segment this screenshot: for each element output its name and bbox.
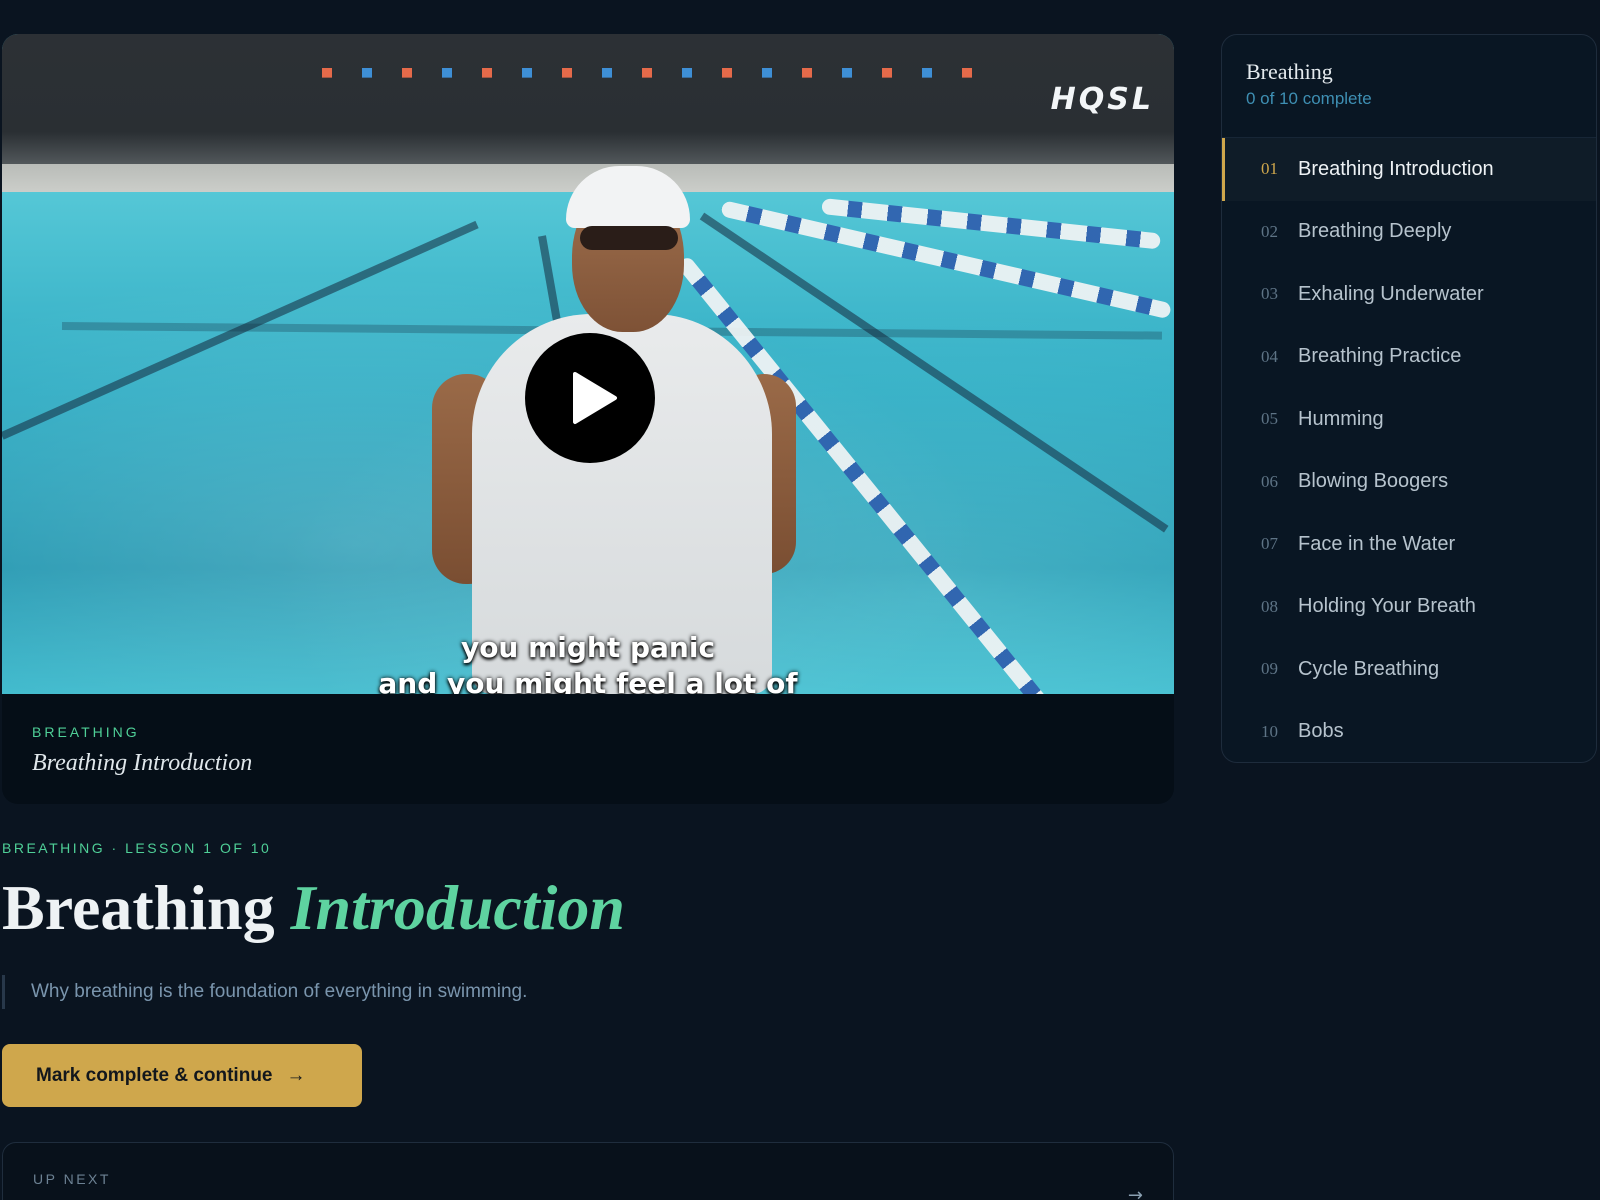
lesson-title: Blowing Boogers <box>1298 470 1449 493</box>
lesson-number: 09 <box>1261 659 1278 679</box>
video-meta: BREATHING Breathing Introduction <box>2 694 1174 777</box>
lesson-title: Holding Your Breath <box>1298 595 1476 618</box>
arrow-right-icon: → <box>1127 1185 1143 1200</box>
lesson-number: 06 <box>1261 471 1278 491</box>
module-progress: 0 of 10 complete <box>1246 89 1372 108</box>
lesson-sidebar: Breathing 0 of 10 complete 01 Breathing … <box>1221 34 1597 763</box>
lesson-item[interactable]: 09 Cycle Breathing <box>1222 638 1596 701</box>
lesson-title: Exhaling Underwater <box>1298 282 1484 305</box>
lesson-item[interactable]: 01 Breathing Introduction <box>1222 138 1596 201</box>
page-title-plain: Breathing <box>2 872 291 943</box>
mark-complete-button[interactable]: Mark complete & continue → <box>2 1044 362 1107</box>
lesson-number: 01 <box>1261 159 1278 179</box>
module-name: Breathing <box>1246 59 1333 84</box>
lesson-description: Why breathing is the foundation of every… <box>2 975 527 1009</box>
lesson-title: Breathing Practice <box>1298 345 1462 368</box>
lesson-number: 02 <box>1261 221 1278 241</box>
lesson-title: Breathing Deeply <box>1298 220 1452 243</box>
video-eyebrow: BREATHING <box>32 724 140 740</box>
lesson-title: Breathing Introduction <box>1298 157 1494 180</box>
lesson-item[interactable]: 07 Face in the Water <box>1222 513 1596 576</box>
play-icon <box>573 372 617 424</box>
lesson-item[interactable]: 05 Humming <box>1222 388 1596 451</box>
lesson-number: 08 <box>1261 596 1278 616</box>
lesson-item[interactable]: 08 Holding Your Breath <box>1222 576 1596 639</box>
video-card: HQSL you might panic and you might feel … <box>2 34 1174 804</box>
up-next-label: UP NEXT <box>33 1171 111 1187</box>
video-scene-wall <box>2 34 1174 174</box>
mark-complete-label: Mark complete & continue <box>36 1064 273 1086</box>
video-player[interactable]: HQSL you might panic and you might feel … <box>2 34 1174 694</box>
page-title-accent: Introduction <box>290 872 625 943</box>
lesson-list: 01 Breathing Introduction 02 Breathing D… <box>1222 138 1596 763</box>
lesson-item[interactable]: 06 Blowing Boogers <box>1222 451 1596 514</box>
lesson-number: 10 <box>1261 721 1278 741</box>
sidebar-header: Breathing 0 of 10 complete <box>1222 35 1596 138</box>
play-button[interactable] <box>525 333 655 463</box>
lesson-number: 07 <box>1261 534 1278 554</box>
arrow-right-icon: → <box>286 1064 306 1086</box>
lesson-item[interactable]: 04 Breathing Practice <box>1222 326 1596 389</box>
page-title: Breathing Introduction <box>2 868 625 948</box>
lesson-item[interactable]: 02 Breathing Deeply <box>1222 201 1596 264</box>
lesson-item[interactable]: 10 Bobs <box>1222 701 1596 763</box>
lesson-breadcrumb: BREATHING · LESSON 1 OF 10 <box>2 840 272 856</box>
lesson-item[interactable]: 03 Exhaling Underwater <box>1222 263 1596 326</box>
lesson-title: Cycle Breathing <box>1298 657 1440 680</box>
lesson-title: Face in the Water <box>1298 532 1456 555</box>
lesson-title: Bobs <box>1298 720 1344 743</box>
caption-line-1: you might panic <box>460 631 716 664</box>
up-next-card[interactable]: UP NEXT → <box>2 1142 1174 1200</box>
lesson-title: Humming <box>1298 407 1384 430</box>
lesson-number: 03 <box>1261 284 1278 304</box>
video-caption: you might panic and you might feel a lot… <box>2 630 1174 694</box>
lesson-number: 04 <box>1261 346 1278 366</box>
caption-line-2: and you might feel a lot of <box>378 667 798 694</box>
brand-logo: HQSL <box>1050 82 1154 117</box>
lesson-number: 05 <box>1261 409 1278 429</box>
video-title: Breathing Introduction <box>32 750 253 776</box>
